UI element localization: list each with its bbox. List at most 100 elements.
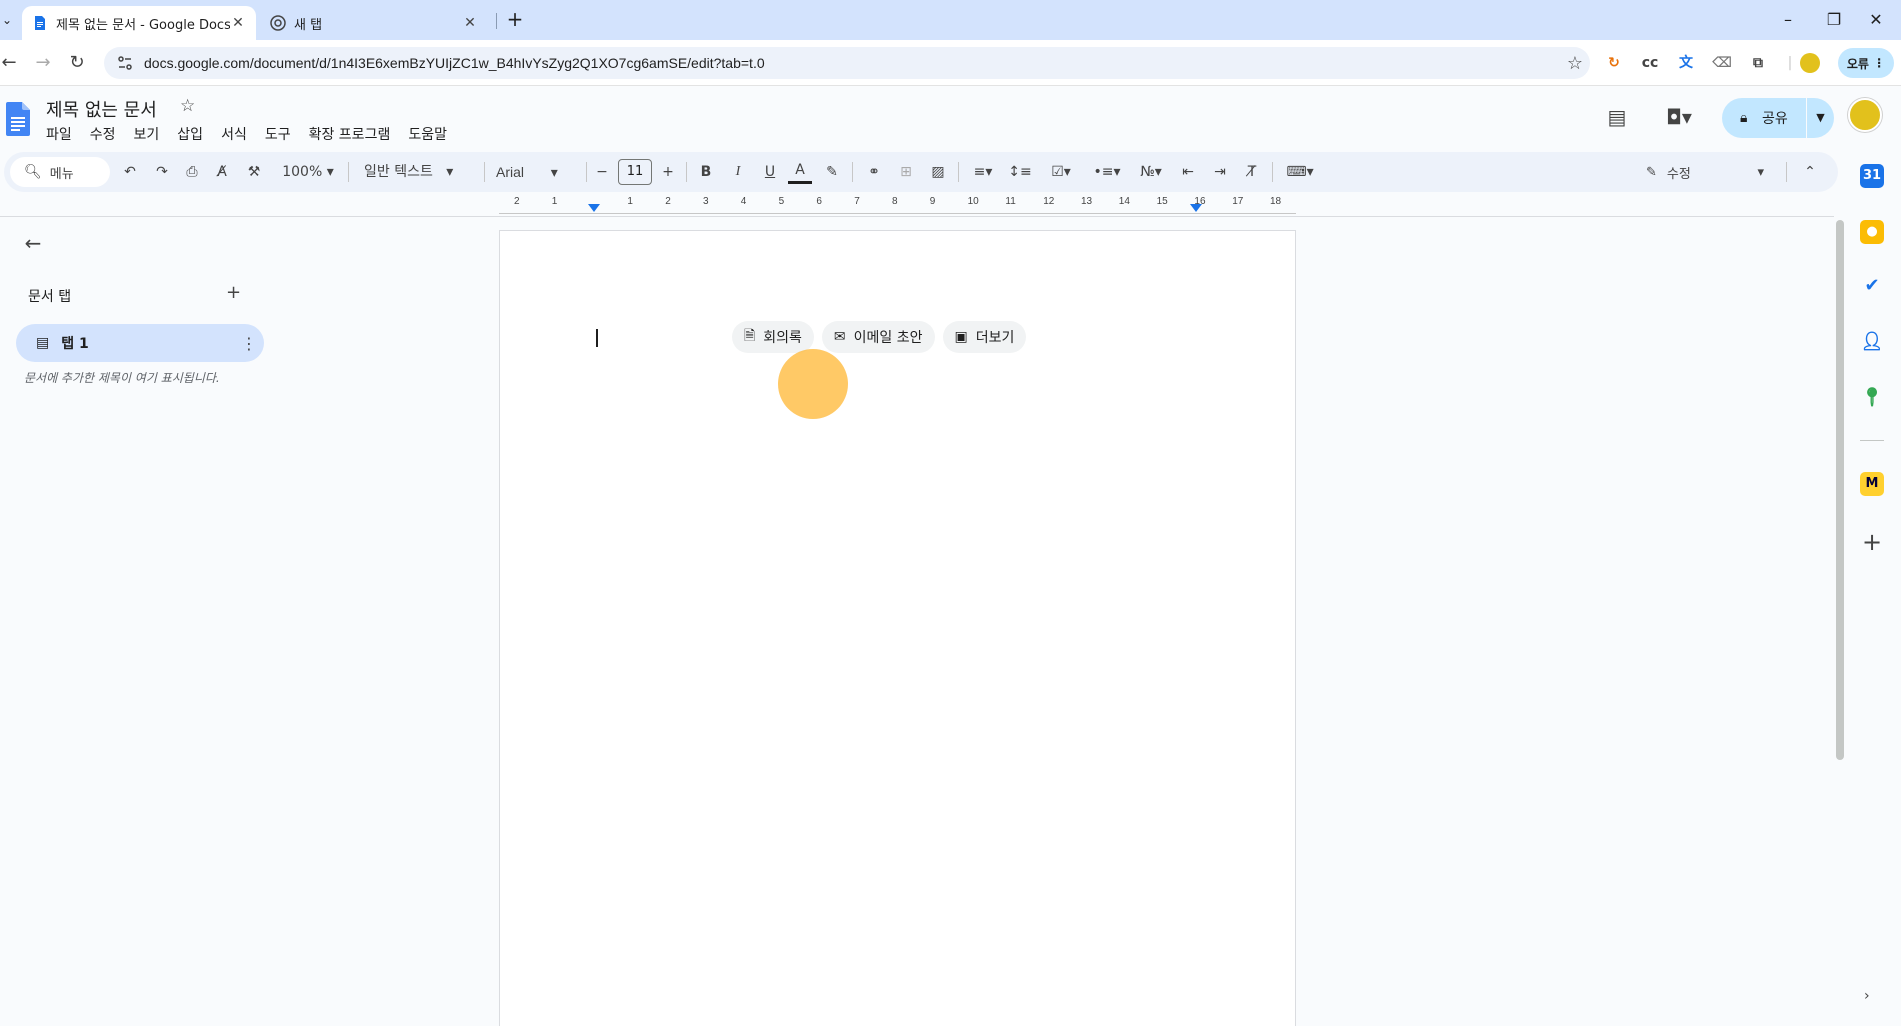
more-templates-chip[interactable]: ▣ 더보기 — [942, 321, 1027, 353]
left-indent-marker[interactable] — [588, 204, 600, 212]
minimize-icon[interactable]: – — [1768, 6, 1808, 34]
puzzle-icon[interactable]: ⧉ — [1746, 52, 1770, 74]
menu-insert[interactable]: 삽입 — [177, 124, 211, 144]
font-size-input[interactable]: 11 — [618, 159, 652, 185]
print-icon[interactable]: ⎙ — [180, 160, 204, 184]
insert-image-icon[interactable]: ▨ — [926, 160, 950, 184]
refresh-extension-icon[interactable]: ↻ — [1602, 52, 1626, 74]
new-tab-icon[interactable]: + — [504, 8, 526, 32]
site-settings-icon[interactable] — [116, 54, 134, 72]
ruler-number: 12 — [1043, 196, 1055, 207]
pencil-icon: ✎ — [1646, 164, 1657, 180]
meeting-notes-chip[interactable]: 🗎︎ 회의록 — [732, 321, 814, 353]
browser-toolbar: ← → ↻ docs.google.com/document/d/1n4I3E6… — [0, 40, 1901, 86]
ruler-number: 5 — [778, 196, 785, 207]
horizontal-ruler[interactable]: 2 1 1 2 3 4 5 6 7 8 9 10 11 12 13 14 15 16 17 18 — [499, 196, 1296, 216]
add-comment-icon[interactable]: ⊞ — [894, 160, 918, 184]
zoom-value: 100% — [282, 164, 323, 180]
checklist-icon[interactable]: ☑▾ — [1042, 160, 1080, 184]
insert-link-icon[interactable]: ⚭ — [862, 160, 886, 184]
eraser-icon[interactable]: ⌫ — [1710, 52, 1734, 74]
document-page[interactable]: 🗎︎ 회의록 ✉ 이메일 초안 ▣ 더보기 — [499, 230, 1296, 1026]
browser-tab-docs[interactable]: 제목 없는 문서 - Google Docs ✕ — [22, 6, 256, 40]
paragraph-style-select[interactable]: 일반 텍스트 ▾ — [364, 160, 476, 184]
maps-icon[interactable]: 📍︎ — [1860, 386, 1884, 410]
spellcheck-icon[interactable]: A̸ — [210, 160, 234, 184]
profile-label: 오류 — [1846, 56, 1869, 71]
browser-tab-new[interactable]: 새 탭 ✕ — [260, 6, 488, 40]
menu-file[interactable]: 파일 — [46, 124, 80, 144]
clear-formatting-icon[interactable]: T̸ — [1240, 160, 1264, 184]
menu-tools[interactable]: 도구 — [265, 124, 299, 144]
back-icon[interactable]: ← — [0, 50, 22, 76]
ruler-baseline — [499, 213, 1296, 214]
miro-addon-icon[interactable]: M — [1860, 472, 1884, 496]
bulleted-list-icon[interactable]: •≡▾ — [1088, 160, 1126, 184]
zoom-select[interactable]: 100% ▾ — [276, 160, 340, 184]
forward-icon[interactable]: → — [30, 50, 56, 76]
search-menus-input[interactable]: 🔍︎ 메뉴 — [10, 157, 110, 187]
ruler-number: 13 — [1081, 196, 1093, 207]
translate-icon[interactable]: 文 — [1674, 52, 1698, 74]
email-draft-icon: ✉ — [833, 329, 846, 345]
close-window-icon[interactable]: ✕ — [1856, 6, 1896, 34]
share-button[interactable]: 🔒︎ 공유 ▼ — [1722, 98, 1834, 138]
account-circle-icon[interactable] — [1800, 53, 1820, 73]
increase-indent-icon[interactable]: ⇥ — [1208, 160, 1232, 184]
star-document-icon[interactable]: ☆ — [180, 96, 195, 116]
editing-mode-select[interactable]: ✎ 수정 ▾ — [1636, 156, 1764, 188]
numbered-list-icon[interactable]: №▾ — [1132, 160, 1170, 184]
tab-search-chevron-icon[interactable]: ⌄ — [0, 10, 14, 30]
align-icon[interactable]: ≡▾ — [966, 160, 1000, 184]
search-icon: 🔍︎ — [24, 164, 42, 180]
cc-icon[interactable]: cc — [1638, 52, 1662, 74]
undo-icon[interactable]: ↶ — [118, 160, 142, 184]
vertical-scrollbar[interactable] — [1836, 220, 1844, 760]
document-tab-item[interactable]: ▤ 탭 1 ⋮ — [16, 324, 264, 362]
decrease-indent-icon[interactable]: ⇤ — [1176, 160, 1200, 184]
toolbar-divider: | — [1787, 55, 1793, 71]
menu-help[interactable]: 도움말 — [408, 124, 455, 144]
text-color-icon[interactable]: A — [788, 160, 812, 184]
profile-error-button[interactable]: 오류 ⋮ — [1838, 48, 1894, 78]
keep-icon[interactable]: ● — [1860, 220, 1884, 244]
decrease-font-size-icon[interactable]: − — [592, 160, 612, 184]
hide-menus-chevron-up-icon[interactable]: ⌃ — [1798, 160, 1822, 184]
meet-camera-icon[interactable]: ◘▾ — [1656, 102, 1702, 132]
tab-options-icon[interactable]: ⋮ — [234, 334, 264, 353]
expand-panel-chevron-icon[interactable]: › — [1864, 988, 1870, 1004]
menu-extensions[interactable]: 확장 프로그램 — [309, 124, 399, 144]
underline-icon[interactable]: U — [758, 160, 782, 184]
contacts-icon[interactable]: 👤︎ — [1860, 330, 1884, 354]
document-title[interactable]: 제목 없는 문서 — [46, 96, 157, 122]
bold-icon[interactable]: B — [694, 160, 718, 184]
close-tab-icon[interactable]: ✕ — [230, 15, 246, 31]
docs-logo-icon[interactable] — [6, 102, 30, 136]
highlight-color-icon[interactable]: ✎ — [820, 160, 844, 184]
chrome-favicon-icon — [270, 15, 286, 31]
menu-view[interactable]: 보기 — [134, 124, 168, 144]
reload-icon[interactable]: ↻ — [64, 50, 90, 76]
close-tab-icon[interactable]: ✕ — [462, 15, 478, 31]
tasks-icon[interactable]: ✔ — [1860, 274, 1884, 298]
font-select[interactable]: Arial ▾ — [496, 160, 580, 184]
bookmark-star-icon[interactable]: ☆ — [1560, 53, 1590, 74]
avatar[interactable] — [1848, 98, 1882, 132]
input-tools-icon[interactable]: ⌨▾ — [1280, 160, 1320, 184]
get-addons-icon[interactable]: + — [1860, 528, 1884, 556]
add-tab-icon[interactable]: + — [226, 282, 241, 303]
comments-icon[interactable]: ▤ — [1602, 102, 1632, 132]
menu-format[interactable]: 서식 — [221, 124, 255, 144]
menu-edit[interactable]: 수정 — [90, 124, 124, 144]
address-bar[interactable]: docs.google.com/document/d/1n4I3E6xemBzY… — [104, 47, 1590, 79]
close-outline-back-icon[interactable]: ← — [22, 232, 44, 254]
line-spacing-icon[interactable]: ↕≡ — [1008, 160, 1032, 184]
italic-icon[interactable]: I — [726, 160, 750, 184]
restore-icon[interactable]: ❐ — [1814, 6, 1854, 34]
email-draft-chip[interactable]: ✉ 이메일 초안 — [821, 321, 935, 353]
paint-format-icon[interactable]: ⚒ — [242, 160, 266, 184]
redo-icon[interactable]: ↷ — [150, 160, 174, 184]
calendar-icon[interactable]: 31 — [1860, 164, 1884, 188]
increase-font-size-icon[interactable]: + — [658, 160, 678, 184]
share-dropdown-icon[interactable]: ▼ — [1806, 98, 1834, 138]
